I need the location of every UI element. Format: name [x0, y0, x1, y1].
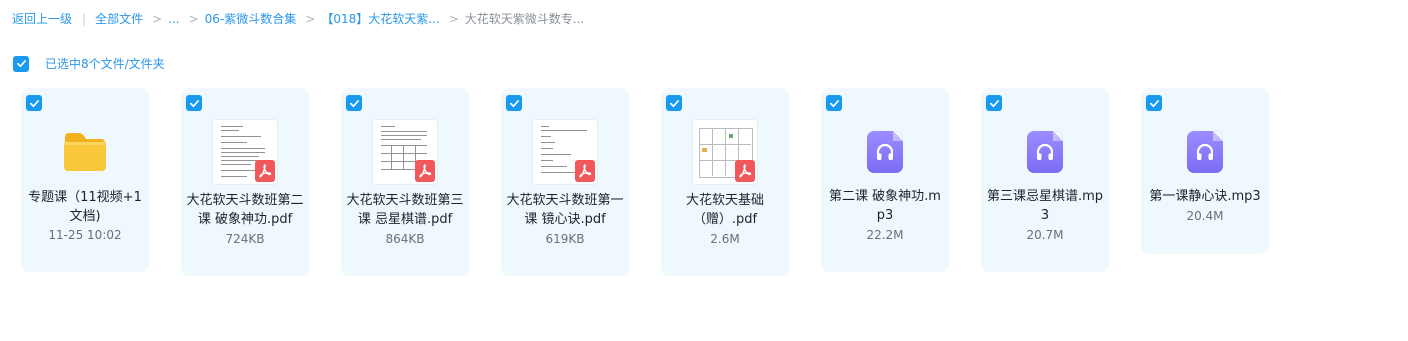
- pdf-thumbnail: [693, 120, 757, 184]
- file-card-audio[interactable]: 第二课 破象神功.mp3 22.2M: [821, 88, 949, 272]
- headphones-icon: [1036, 143, 1054, 160]
- file-name: 第二课 破象神功.mp3: [829, 189, 941, 223]
- breadcrumb-ellipsis[interactable]: ...: [168, 11, 179, 27]
- check-icon: [349, 99, 359, 107]
- file-checkbox[interactable]: [826, 95, 842, 111]
- breadcrumb-folder-2[interactable]: 【018】大花软天紫...: [321, 11, 439, 27]
- pdf-icon: [255, 160, 275, 182]
- chevron-right-icon: >: [305, 12, 316, 26]
- selection-bar: 已选中8个文件/文件夹: [13, 55, 165, 72]
- file-card-pdf[interactable]: 大花软天斗数班第二课 破象神功.pdf 724KB: [181, 88, 309, 276]
- pdf-thumbnail: [213, 120, 277, 184]
- selection-count-label: 已选中8个文件/文件夹: [45, 57, 165, 71]
- file-size: 619KB: [545, 232, 585, 246]
- file-checkbox[interactable]: [986, 95, 1002, 111]
- file-checkbox[interactable]: [666, 95, 682, 111]
- file-card-pdf[interactable]: 大花软天斗数班第一课 镜心诀.pdf 619KB: [501, 88, 629, 276]
- breadcrumb: 返回上一级 | 全部文件 > ... > 06-紫微斗数合集 > 【018】大花…: [12, 11, 584, 27]
- file-checkbox[interactable]: [506, 95, 522, 111]
- file-size: 2.6M: [710, 232, 740, 246]
- pdf-icon: [735, 160, 755, 182]
- file-checkbox[interactable]: [186, 95, 202, 111]
- audio-thumbnail: [853, 120, 917, 184]
- chevron-right-icon: >: [188, 12, 199, 26]
- check-icon: [189, 99, 199, 107]
- file-size: 20.7M: [1026, 228, 1064, 242]
- breadcrumb-current: 大花软天紫微斗数专...: [464, 12, 585, 26]
- file-card-folder[interactable]: 专题课（11视频+1文档) 11-25 10:02: [21, 88, 149, 272]
- file-checkbox[interactable]: [346, 95, 362, 111]
- pdf-thumbnail: [533, 120, 597, 184]
- file-name: 第三课忌星棋谱.mp3: [986, 189, 1104, 223]
- file-size: 20.4M: [1186, 209, 1224, 223]
- file-modified-time: 11-25 10:02: [48, 228, 122, 242]
- breadcrumb-divider: |: [82, 12, 87, 26]
- file-name: 大花软天斗数班第三课 忌星棋谱.pdf: [346, 193, 464, 227]
- audio-thumbnail: [1173, 120, 1237, 184]
- file-name: 第一课静心诀.mp3: [1149, 189, 1261, 204]
- check-icon: [1149, 99, 1159, 107]
- file-name: 专题课（11视频+1文档): [28, 190, 142, 224]
- pdf-icon: [575, 160, 595, 182]
- folder-icon: [53, 120, 117, 184]
- select-all-checkbox[interactable]: [13, 55, 29, 72]
- chevron-right-icon: >: [448, 12, 459, 26]
- check-icon: [509, 99, 519, 107]
- file-checkbox[interactable]: [1146, 95, 1162, 111]
- back-link[interactable]: 返回上一级: [12, 11, 72, 27]
- file-checkbox[interactable]: [26, 95, 42, 111]
- headphones-icon: [1196, 143, 1214, 160]
- check-icon: [829, 99, 839, 107]
- check-icon: [669, 99, 679, 107]
- check-icon: [16, 60, 26, 68]
- check-icon: [989, 99, 999, 107]
- pdf-thumbnail: [373, 120, 437, 184]
- file-name: 大花软天基础（赠）.pdf: [685, 193, 764, 227]
- headphones-icon: [876, 143, 894, 160]
- file-card-audio[interactable]: 第三课忌星棋谱.mp3 20.7M: [981, 88, 1109, 272]
- file-name: 大花软天斗数班第一课 镜心诀.pdf: [506, 193, 624, 227]
- file-name: 大花软天斗数班第二课 破象神功.pdf: [186, 193, 304, 227]
- chevron-right-icon: >: [152, 12, 163, 26]
- file-size: 22.2M: [866, 228, 904, 242]
- file-size: 724KB: [225, 232, 265, 246]
- breadcrumb-folder-1[interactable]: 06-紫微斗数合集: [205, 11, 297, 27]
- file-card-pdf[interactable]: 大花软天基础（赠）.pdf 2.6M: [661, 88, 789, 276]
- file-card-pdf[interactable]: 大花软天斗数班第三课 忌星棋谱.pdf 864KB: [341, 88, 469, 276]
- audio-thumbnail: [1013, 120, 1077, 184]
- check-icon: [29, 99, 39, 107]
- pdf-icon: [415, 160, 435, 182]
- file-card-audio[interactable]: 第一课静心诀.mp3 20.4M: [1141, 88, 1269, 254]
- file-size: 864KB: [385, 232, 425, 246]
- breadcrumb-all-files[interactable]: 全部文件: [95, 11, 143, 27]
